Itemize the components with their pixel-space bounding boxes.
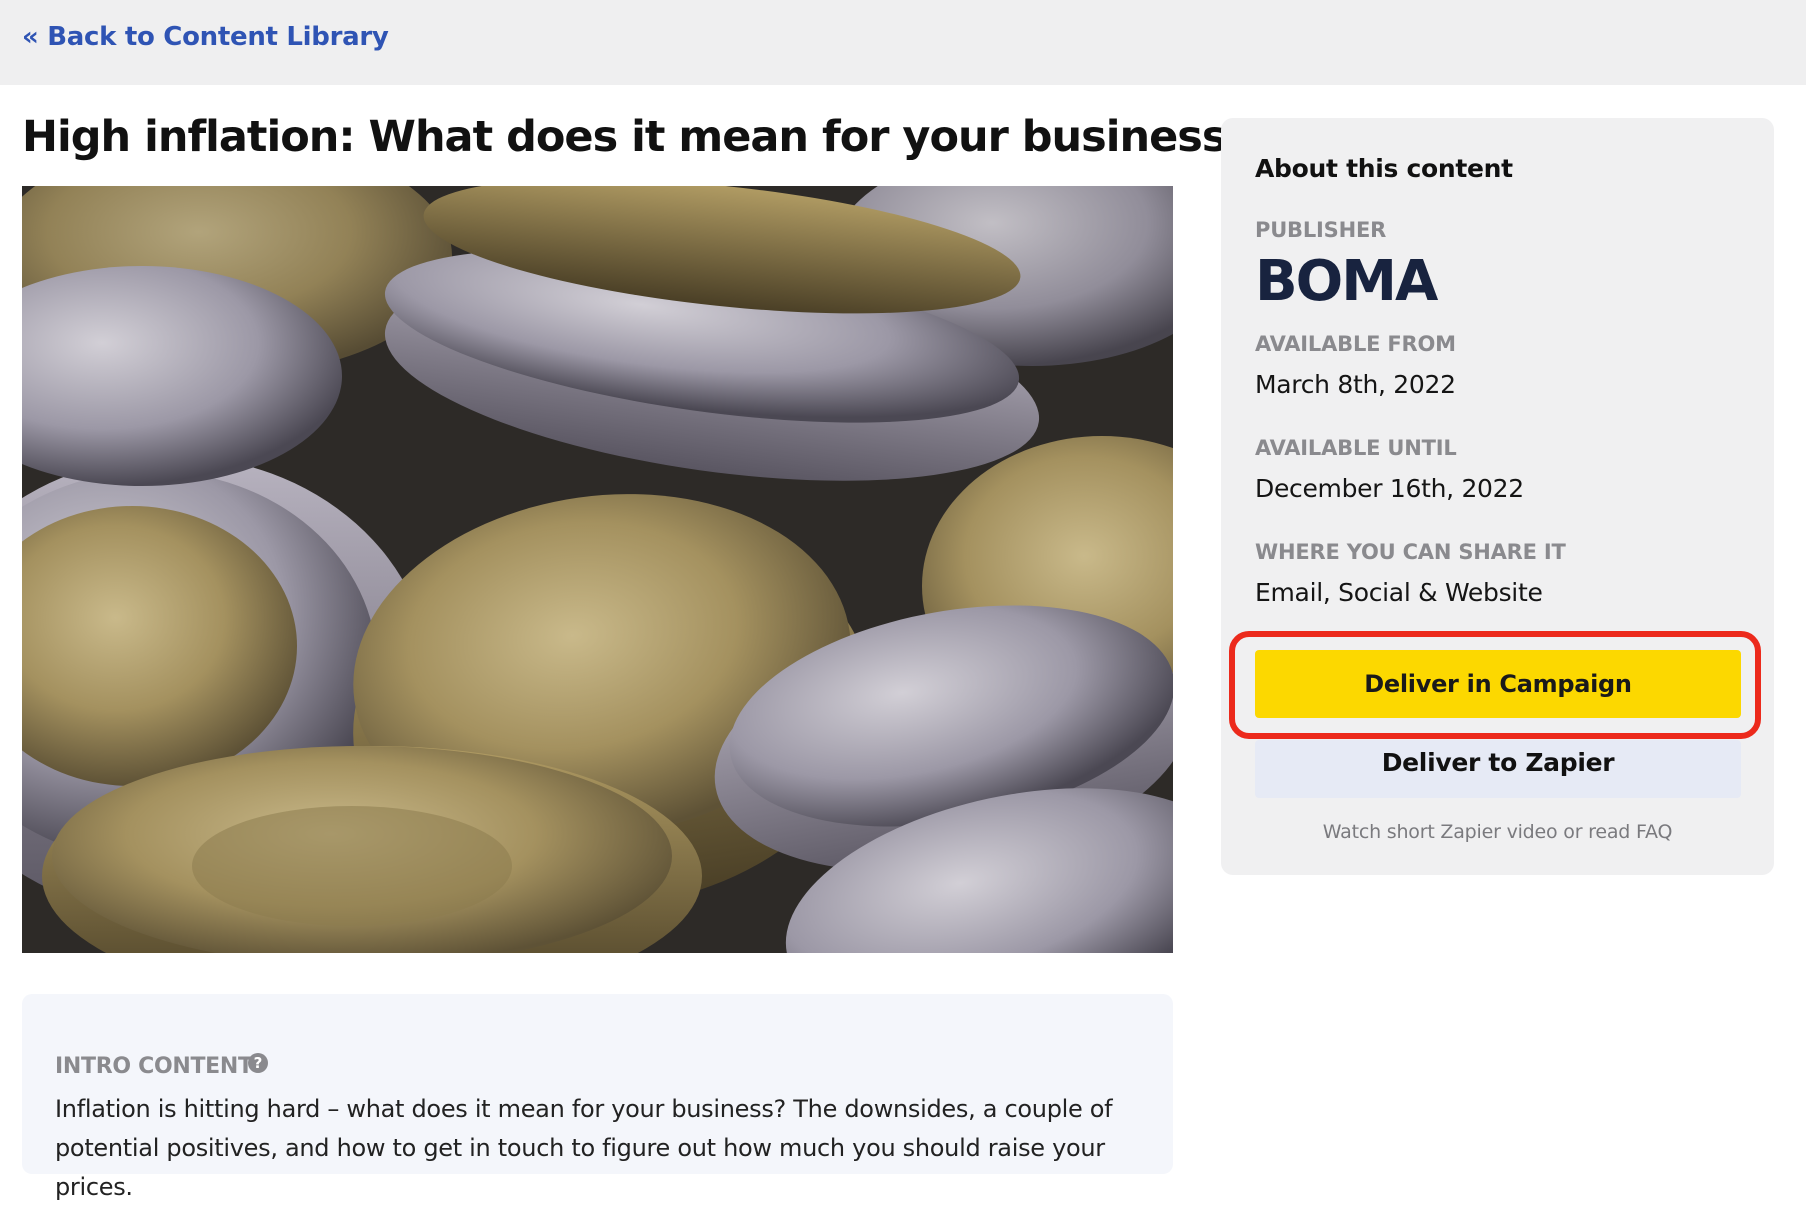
about-content-heading: About this content xyxy=(1255,154,1513,183)
zapier-help-link[interactable]: Watch short Zapier video or read FAQ xyxy=(1221,821,1774,843)
deliver-to-zapier-button[interactable]: Deliver to Zapier xyxy=(1255,740,1741,798)
back-to-content-library-link[interactable]: « Back to Content Library xyxy=(22,22,389,52)
intro-content-card: INTRO CONTENT ? Inflation is hitting har… xyxy=(22,994,1173,1201)
page-title: High inflation: What does it mean for yo… xyxy=(22,112,1251,162)
available-until-value: December 16th, 2022 xyxy=(1255,474,1524,503)
share-label: WHERE YOU CAN SHARE IT xyxy=(1255,540,1566,564)
deliver-in-campaign-button[interactable]: Deliver in Campaign xyxy=(1255,650,1741,718)
available-from-label: AVAILABLE FROM xyxy=(1255,332,1456,356)
top-navigation-bar: « Back to Content Library xyxy=(0,0,1806,85)
share-value: Email, Social & Website xyxy=(1255,578,1543,607)
intro-content-label: INTRO CONTENT xyxy=(55,1054,253,1079)
available-until-label: AVAILABLE UNTIL xyxy=(1255,436,1457,460)
publisher-logo: BOMA xyxy=(1255,249,1438,314)
about-content-panel: About this content PUBLISHER BOMA AVAILA… xyxy=(1221,118,1774,875)
available-from-value: March 8th, 2022 xyxy=(1255,370,1456,399)
question-circle-icon[interactable]: ? xyxy=(248,1053,268,1073)
intro-content-text: Inflation is hitting hard – what does it… xyxy=(55,1095,1113,1201)
article-hero-image xyxy=(22,186,1173,953)
publisher-label: PUBLISHER xyxy=(1255,218,1387,242)
